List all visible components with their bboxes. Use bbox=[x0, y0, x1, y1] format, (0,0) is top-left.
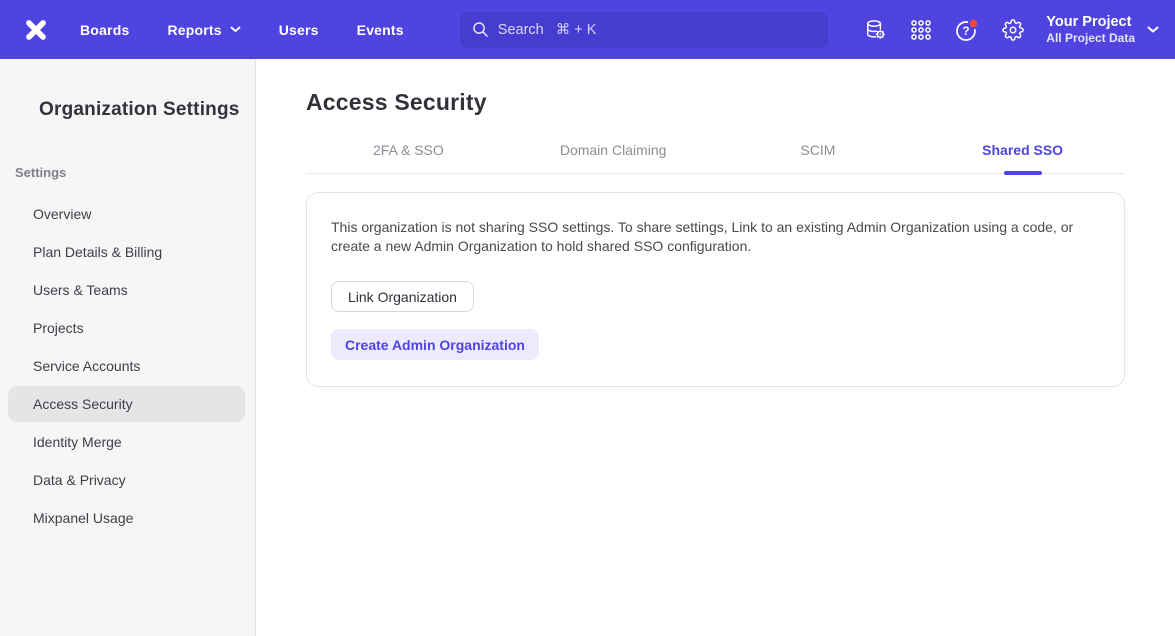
search-shortcut-hint: ⌘ + K bbox=[556, 22, 597, 38]
tab-label: Shared SSO bbox=[982, 142, 1063, 158]
settings-button[interactable] bbox=[990, 10, 1036, 50]
nav-item-label: Events bbox=[357, 22, 404, 38]
search-placeholder: Search bbox=[498, 22, 544, 38]
shared-sso-card: This organization is not sharing SSO set… bbox=[306, 192, 1125, 387]
nav-item-boards[interactable]: Boards bbox=[80, 22, 129, 38]
svg-text:?: ? bbox=[963, 26, 970, 38]
sidebar-title: Organization Settings bbox=[0, 99, 255, 121]
sidebar-item-users-teams[interactable]: Users & Teams bbox=[8, 272, 245, 308]
sidebar-section-label: Settings bbox=[0, 165, 255, 180]
link-organization-button[interactable]: Link Organization bbox=[331, 281, 474, 312]
tab-shared-sso[interactable]: Shared SSO bbox=[920, 142, 1125, 173]
card-actions: Link Organization Create Admin Organizat… bbox=[331, 281, 1100, 360]
search-input[interactable]: Search ⌘ + K bbox=[460, 12, 828, 48]
tab-scim[interactable]: SCIM bbox=[716, 142, 921, 173]
project-subtitle: All Project Data bbox=[1046, 31, 1135, 46]
top-nav-actions: ? Your Project All Project Data bbox=[852, 10, 1159, 50]
sidebar-item-label: Service Accounts bbox=[33, 358, 140, 374]
nav-item-label: Boards bbox=[80, 22, 129, 38]
tab-label: 2FA & SSO bbox=[373, 142, 444, 158]
sidebar-item-service-accounts[interactable]: Service Accounts bbox=[8, 348, 245, 384]
sidebar-item-access-security[interactable]: Access Security bbox=[8, 386, 245, 422]
sidebar-item-label: Projects bbox=[33, 320, 84, 336]
tab-domain-claiming[interactable]: Domain Claiming bbox=[511, 142, 716, 173]
sidebar-item-label: Mixpanel Usage bbox=[33, 510, 133, 526]
apps-grid-button[interactable] bbox=[898, 10, 944, 50]
primary-nav: Boards Reports Users Events bbox=[80, 22, 404, 38]
project-switcher[interactable]: Your Project All Project Data bbox=[1046, 13, 1159, 46]
data-management-icon bbox=[864, 18, 887, 41]
sidebar-item-label: Overview bbox=[33, 206, 91, 222]
top-nav: Boards Reports Users Events Search ⌘ + K bbox=[0, 0, 1175, 59]
create-admin-organization-button[interactable]: Create Admin Organization bbox=[331, 329, 539, 360]
sidebar-item-identity-merge[interactable]: Identity Merge bbox=[8, 424, 245, 460]
tab-bar: 2FA & SSO Domain Claiming SCIM Shared SS… bbox=[306, 142, 1125, 174]
sidebar-item-mixpanel-usage[interactable]: Mixpanel Usage bbox=[8, 500, 245, 536]
notification-dot bbox=[969, 18, 978, 27]
help-icon: ? bbox=[954, 17, 980, 43]
sidebar-item-projects[interactable]: Projects bbox=[8, 310, 245, 346]
chevron-down-icon bbox=[1147, 26, 1159, 34]
sidebar-item-overview[interactable]: Overview bbox=[8, 196, 245, 232]
sidebar-item-label: Plan Details & Billing bbox=[33, 244, 162, 260]
sidebar-item-label: Access Security bbox=[33, 396, 133, 412]
nav-item-events[interactable]: Events bbox=[357, 22, 404, 38]
main-content: Access Security 2FA & SSO Domain Claimin… bbox=[256, 59, 1175, 636]
help-button[interactable]: ? bbox=[944, 10, 990, 50]
nav-item-reports[interactable]: Reports bbox=[167, 22, 240, 38]
settings-sidebar: Organization Settings Settings Overview … bbox=[0, 59, 256, 636]
project-meta: Your Project All Project Data bbox=[1046, 13, 1135, 46]
sidebar-item-data-privacy[interactable]: Data & Privacy bbox=[8, 462, 245, 498]
sidebar-item-label: Users & Teams bbox=[33, 282, 128, 298]
sidebar-nav-list: Overview Plan Details & Billing Users & … bbox=[0, 196, 255, 536]
sidebar-item-label: Data & Privacy bbox=[33, 472, 126, 488]
mixpanel-logo[interactable] bbox=[16, 10, 56, 50]
apps-grid-icon bbox=[910, 19, 932, 41]
project-name: Your Project bbox=[1046, 13, 1135, 31]
tab-2fa-sso[interactable]: 2FA & SSO bbox=[306, 142, 511, 173]
nav-item-label: Users bbox=[279, 22, 319, 38]
settings-gear-icon bbox=[1002, 19, 1024, 41]
data-management-button[interactable] bbox=[852, 10, 898, 50]
search-icon bbox=[472, 21, 489, 38]
mixpanel-logo-icon bbox=[21, 15, 51, 45]
nav-item-label: Reports bbox=[167, 22, 221, 38]
chevron-down-icon bbox=[230, 26, 241, 33]
page-title: Access Security bbox=[306, 89, 1125, 116]
nav-item-users[interactable]: Users bbox=[279, 22, 319, 38]
sidebar-item-plan-details-billing[interactable]: Plan Details & Billing bbox=[8, 234, 245, 270]
app-shell: Organization Settings Settings Overview … bbox=[0, 59, 1175, 636]
sidebar-item-label: Identity Merge bbox=[33, 434, 122, 450]
shared-sso-description: This organization is not sharing SSO set… bbox=[331, 218, 1097, 256]
tab-label: Domain Claiming bbox=[560, 142, 667, 158]
tab-label: SCIM bbox=[800, 142, 835, 158]
